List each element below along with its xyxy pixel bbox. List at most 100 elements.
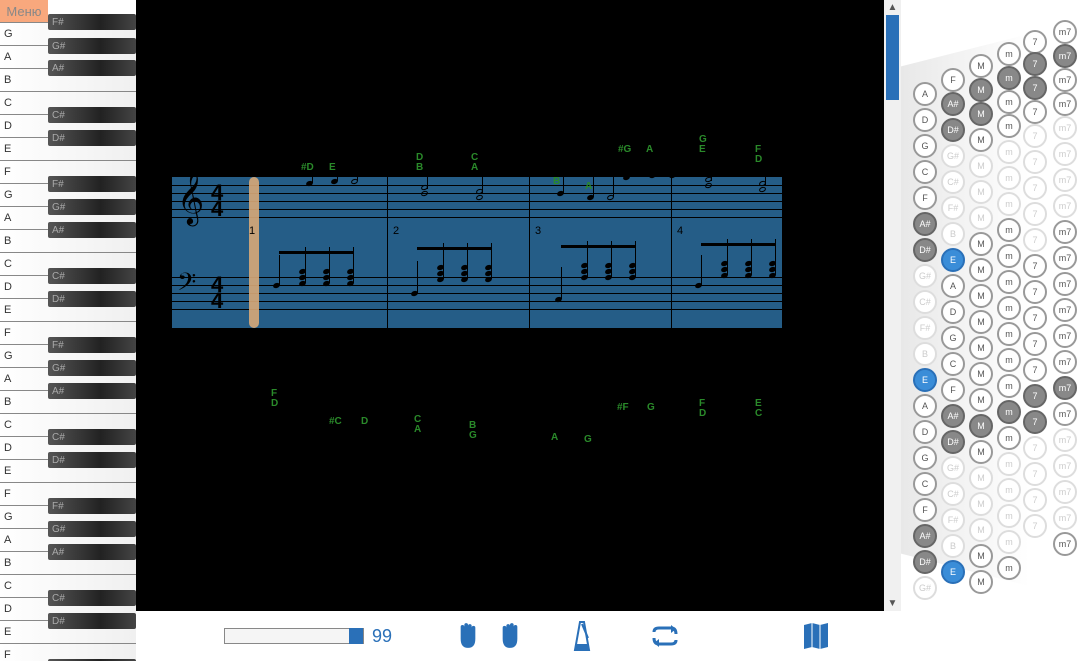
accordion-button-m[interactable]: m (997, 166, 1021, 190)
accordion-button-7[interactable]: 7 (1023, 76, 1047, 100)
accordion-button-m[interactable]: m (997, 452, 1021, 476)
accordion-button-7[interactable]: 7 (1023, 462, 1047, 486)
score-scrollbar[interactable]: ▲ ▼ (884, 0, 901, 611)
accordion-button-m[interactable]: M (969, 102, 993, 126)
accordion-button-m[interactable]: m (997, 374, 1021, 398)
accordion-button-b[interactable]: B (913, 342, 937, 366)
accordion-button-asharp[interactable]: A# (913, 524, 937, 548)
accordion-button-m7[interactable]: m7 (1053, 532, 1077, 556)
accordion-button-m[interactable]: M (969, 518, 993, 542)
accordion-button-m[interactable]: M (969, 284, 993, 308)
accordion-button-c[interactable]: C (941, 352, 965, 376)
accordion-button-m7[interactable]: m7 (1053, 454, 1077, 478)
accordion-button-csharp[interactable]: C# (913, 290, 937, 314)
accordion-button-fsharp[interactable]: F# (941, 196, 965, 220)
accordion-button-m[interactable]: M (969, 440, 993, 464)
scroll-thumb[interactable] (886, 15, 899, 100)
piano-key-dsharp[interactable]: D# (48, 613, 136, 629)
accordion-button-m7[interactable]: m7 (1053, 92, 1077, 116)
piano-key-gsharp[interactable]: G# (48, 360, 136, 376)
accordion-button-f[interactable]: F (913, 498, 937, 522)
accordion-button-m[interactable]: m (997, 218, 1021, 242)
accordion-button-asharp[interactable]: A# (913, 212, 937, 236)
accordion-button-m7[interactable]: m7 (1053, 350, 1077, 374)
accordion-button-m[interactable]: m (997, 556, 1021, 580)
accordion-button-7[interactable]: 7 (1023, 514, 1047, 538)
playback-cursor[interactable] (249, 177, 259, 328)
accordion-button-7[interactable]: 7 (1023, 358, 1047, 382)
accordion-button-asharp[interactable]: A# (941, 404, 965, 428)
piano-key-asharp[interactable]: A# (48, 544, 136, 560)
accordion-button-m7[interactable]: m7 (1053, 116, 1077, 140)
accordion-button-a[interactable]: A (913, 82, 937, 106)
accordion-button-m[interactable]: M (969, 54, 993, 78)
accordion-button-m[interactable]: M (969, 78, 993, 102)
accordion-button-f[interactable]: F (913, 186, 937, 210)
accordion-button-gsharp[interactable]: G# (913, 264, 937, 288)
accordion-button-m[interactable]: m (997, 400, 1021, 424)
accordion-button-b[interactable]: B (941, 222, 965, 246)
accordion-button-m[interactable]: M (969, 362, 993, 386)
scroll-down-icon[interactable]: ▼ (884, 596, 901, 611)
accordion-button-dsharp[interactable]: D# (913, 238, 937, 262)
accordion-button-7[interactable]: 7 (1023, 488, 1047, 512)
accordion-button-7[interactable]: 7 (1023, 176, 1047, 200)
accordion-button-m7[interactable]: m7 (1053, 298, 1077, 322)
accordion-button-dsharp[interactable]: D# (941, 430, 965, 454)
accordion-button-m[interactable]: M (969, 414, 993, 438)
accordion-button-d[interactable]: D (941, 300, 965, 324)
accordion-button-m[interactable]: m (997, 42, 1021, 66)
accordion-button-e[interactable]: E (913, 368, 937, 392)
piano-key-csharp[interactable]: C# (48, 590, 136, 606)
map-button[interactable] (800, 618, 832, 654)
menu-button[interactable]: Меню (0, 0, 48, 22)
accordion-button-7[interactable]: 7 (1023, 332, 1047, 356)
tempo-slider[interactable] (224, 628, 364, 644)
accordion-button-m7[interactable]: m7 (1053, 428, 1077, 452)
piano-key-fsharp[interactable]: F# (48, 176, 136, 192)
accordion-button-m7[interactable]: m7 (1053, 168, 1077, 192)
accordion-button-dsharp[interactable]: D# (913, 550, 937, 574)
scroll-up-icon[interactable]: ▲ (884, 0, 901, 15)
accordion-button-m[interactable]: m (997, 504, 1021, 528)
accordion-button-m[interactable]: M (969, 388, 993, 412)
accordion-button-f[interactable]: F (941, 378, 965, 402)
accordion-button-m[interactable]: m (997, 530, 1021, 554)
accordion-button-m7[interactable]: m7 (1053, 506, 1077, 530)
accordion-button-f[interactable]: F (941, 68, 965, 92)
metronome-button[interactable] (566, 618, 598, 654)
accordion-button-m7[interactable]: m7 (1053, 194, 1077, 218)
accordion-button-csharp[interactable]: C# (941, 482, 965, 506)
accordion-button-csharp[interactable]: C# (941, 170, 965, 194)
accordion-button-m7[interactable]: m7 (1053, 68, 1077, 92)
accordion-button-c[interactable]: C (913, 160, 937, 184)
accordion-button-g[interactable]: G (913, 134, 937, 158)
accordion-button-7[interactable]: 7 (1023, 410, 1047, 434)
accordion-button-m[interactable]: M (969, 128, 993, 152)
accordion-button-7[interactable]: 7 (1023, 228, 1047, 252)
piano-key-gsharp[interactable]: G# (48, 521, 136, 537)
accordion-button-gsharp[interactable]: G# (941, 144, 965, 168)
accordion-button-m7[interactable]: m7 (1053, 324, 1077, 348)
accordion-button-m[interactable]: m (997, 270, 1021, 294)
accordion-button-m[interactable]: M (969, 570, 993, 594)
piano-key-gsharp[interactable]: G# (48, 38, 136, 54)
piano-key-fsharp[interactable]: F# (48, 337, 136, 353)
accordion-button-7[interactable]: 7 (1023, 306, 1047, 330)
accordion-button-dsharp[interactable]: D# (941, 118, 965, 142)
accordion-button-m7[interactable]: m7 (1053, 20, 1077, 44)
piano-key-csharp[interactable]: C# (48, 268, 136, 284)
accordion-button-m[interactable]: M (969, 492, 993, 516)
accordion-button-7[interactable]: 7 (1023, 280, 1047, 304)
accordion-button-a[interactable]: A (941, 274, 965, 298)
piano-key-fsharp[interactable]: F# (48, 498, 136, 514)
piano-key-fsharp[interactable]: F# (48, 14, 136, 30)
accordion-button-m[interactable]: m (997, 140, 1021, 164)
accordion-button-fsharp[interactable]: F# (913, 316, 937, 340)
accordion-button-m7[interactable]: m7 (1053, 142, 1077, 166)
accordion-button-g[interactable]: G (941, 326, 965, 350)
accordion-button-7[interactable]: 7 (1023, 202, 1047, 226)
accordion-button-m[interactable]: m (997, 296, 1021, 320)
accordion-button-7[interactable]: 7 (1023, 52, 1047, 76)
accordion-button-m[interactable]: M (969, 206, 993, 230)
